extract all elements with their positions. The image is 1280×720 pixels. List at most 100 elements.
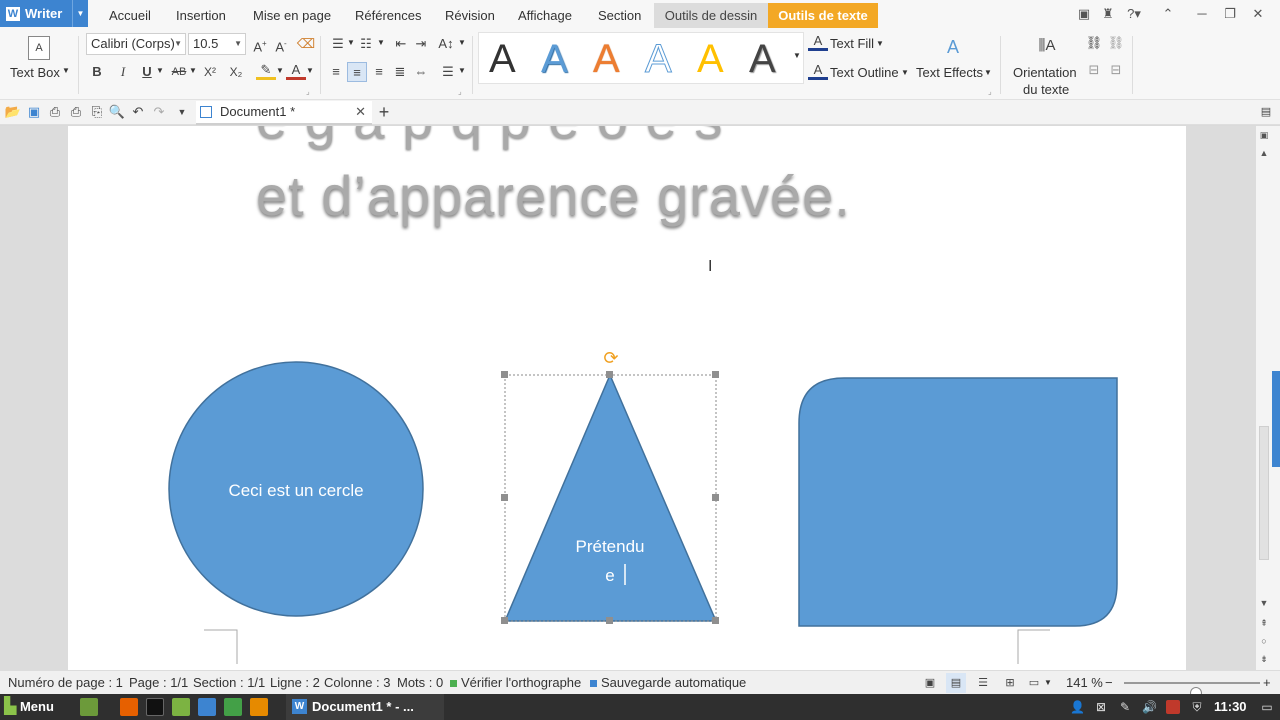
- scroll-down-icon[interactable]: ▼: [1257, 596, 1271, 610]
- chevron-down-icon[interactable]: ▼: [901, 68, 909, 77]
- volume-icon[interactable]: 🔊: [1142, 700, 1157, 714]
- web-view-icon[interactable]: ⊞: [1000, 673, 1020, 693]
- highlight-icon[interactable]: ✎: [256, 62, 276, 80]
- print-icon[interactable]: ⎙: [66, 102, 86, 122]
- font-color-icon[interactable]: A: [286, 62, 306, 80]
- user-icon[interactable]: 👤: [1070, 700, 1085, 714]
- zoom-level[interactable]: 141 %: [1066, 671, 1103, 694]
- status-page-number[interactable]: Numéro de page : 1: [8, 671, 123, 694]
- gallery-more-icon[interactable]: ▼: [793, 51, 801, 60]
- text-style-orange[interactable]: A: [593, 37, 620, 81]
- orientation-label-2[interactable]: du texte: [1023, 82, 1069, 97]
- show-windows-icon[interactable]: ▭: [1260, 700, 1274, 714]
- firefox-icon[interactable]: [120, 698, 138, 716]
- align-center-icon[interactable]: ≡: [347, 62, 367, 82]
- chevron-down-icon[interactable]: ▼: [458, 66, 466, 75]
- redo-icon[interactable]: ↷: [149, 102, 169, 122]
- font-size-select[interactable]: 10.5 ▼: [188, 33, 246, 55]
- tab-text-tools[interactable]: Outils de texte: [768, 3, 878, 28]
- chevron-down-icon[interactable]: ▼: [984, 68, 992, 77]
- dialog-launcher-icon[interactable]: ⌟: [988, 87, 992, 96]
- side-panel-toggle[interactable]: [1272, 371, 1280, 467]
- outline-view-icon[interactable]: ☰: [973, 673, 993, 693]
- textbox-prev-icon[interactable]: ⊟: [1084, 60, 1104, 80]
- justify-icon[interactable]: ≣: [390, 62, 410, 82]
- select-browse-icon[interactable]: ○: [1257, 634, 1271, 648]
- chevron-down-icon[interactable]: ▼: [377, 38, 385, 47]
- text-style-blue[interactable]: A: [541, 37, 568, 81]
- shield-icon[interactable]: ⛨: [1190, 700, 1204, 714]
- unlink-textbox-icon[interactable]: ⛓: [1106, 33, 1126, 53]
- terminal-icon[interactable]: [146, 698, 164, 716]
- zoom-slider[interactable]: [1124, 682, 1260, 699]
- files-icon[interactable]: [172, 698, 190, 716]
- menu-item-mise-en-page[interactable]: Mise en page: [253, 0, 331, 32]
- scroll-top-icon[interactable]: ▣: [1257, 128, 1271, 142]
- text-style-gold[interactable]: A: [697, 37, 724, 81]
- bullets-icon[interactable]: ☰: [328, 34, 348, 54]
- grow-font-icon[interactable]: A+: [250, 34, 270, 54]
- text-style-outline-blue[interactable]: A: [645, 37, 673, 82]
- numbering-icon[interactable]: ☷: [356, 34, 376, 54]
- tab-list-icon[interactable]: ▤: [1256, 102, 1276, 122]
- export-pdf-icon[interactable]: ⎙: [45, 102, 65, 122]
- pen-icon[interactable]: ✎: [1118, 700, 1132, 714]
- bold-button[interactable]: B: [87, 62, 107, 82]
- text-orientation-icon[interactable]: ⫼A: [1034, 36, 1060, 60]
- collapse-ribbon-icon[interactable]: ⌃: [1160, 6, 1176, 22]
- chevron-down-icon[interactable]: ▼: [306, 66, 314, 75]
- subscript-button[interactable]: X₂: [226, 62, 246, 82]
- text-direction-icon[interactable]: A↕: [436, 34, 456, 54]
- menu-item-affichage[interactable]: Affichage: [518, 0, 572, 32]
- customize-qa-icon[interactable]: ▼: [172, 102, 192, 122]
- page[interactable]: e g a p q p e o e s et d’apparence gravé…: [68, 126, 1186, 670]
- text-style-gray[interactable]: A: [749, 37, 776, 81]
- taskbar-window-document[interactable]: W Document1 * - ...: [286, 694, 444, 720]
- chevron-down-icon[interactable]: ▼: [276, 66, 284, 75]
- chevron-down-icon[interactable]: ▼: [72, 0, 88, 27]
- chevron-down-icon[interactable]: ▼: [62, 66, 70, 75]
- strikethrough-button[interactable]: AB: [168, 62, 190, 82]
- zoom-out-icon[interactable]: −: [1105, 671, 1113, 694]
- increase-indent-icon[interactable]: ⇥: [411, 34, 431, 54]
- shirt-icon[interactable]: ♜: [1100, 6, 1116, 22]
- chevron-down-icon[interactable]: ▼: [876, 39, 884, 48]
- spellcheck-toggle[interactable]: Vérifier l'orthographe: [450, 671, 581, 694]
- font-name-select[interactable]: Calibri (Corps) ▼: [86, 33, 186, 55]
- help-icon[interactable]: ?▾: [1124, 6, 1144, 22]
- scrollbar-thumb[interactable]: [1259, 426, 1269, 560]
- record-icon[interactable]: [1166, 700, 1180, 714]
- zoom-in-icon[interactable]: +: [1263, 671, 1271, 694]
- textbox-next-icon[interactable]: ⊟: [1106, 60, 1126, 80]
- distribute-icon[interactable]: ⇔: [411, 62, 431, 82]
- wps-presentation-icon[interactable]: [250, 698, 268, 716]
- rotate-handle-icon[interactable]: ⟳: [603, 348, 618, 369]
- line-spacing-icon[interactable]: ☰: [438, 62, 458, 82]
- clock[interactable]: 11:30: [1214, 694, 1247, 720]
- text-fill-button[interactable]: Text Fill: [830, 36, 874, 51]
- open-icon[interactable]: 📂: [3, 102, 23, 122]
- text-outline-icon[interactable]: A: [808, 62, 828, 80]
- start-menu-button[interactable]: ▙ Menu: [4, 694, 54, 720]
- text-fill-icon[interactable]: A: [808, 33, 828, 51]
- menu-item-accueil[interactable]: Accueil: [109, 0, 151, 32]
- chevron-down-icon[interactable]: ▼: [189, 66, 197, 75]
- show-desktop-icon[interactable]: [80, 698, 98, 716]
- clear-format-icon[interactable]: ⌫: [296, 34, 316, 54]
- chevron-down-icon[interactable]: ▼: [458, 38, 466, 47]
- tab-drawing-tools[interactable]: Outils de dessin: [654, 3, 768, 28]
- autosave-toggle[interactable]: Sauvegarde automatique: [590, 671, 746, 694]
- italic-button[interactable]: I: [113, 62, 133, 82]
- orientation-label-1[interactable]: Orientation: [1013, 65, 1077, 80]
- chevron-down-icon[interactable]: ▼: [156, 66, 164, 75]
- text-box-icon[interactable]: A: [28, 36, 50, 60]
- align-left-icon[interactable]: ≡: [326, 62, 346, 82]
- dialog-launcher-icon[interactable]: ⌟: [306, 87, 310, 96]
- page-view-icon[interactable]: ▤: [946, 673, 966, 693]
- shrink-font-icon[interactable]: A-: [271, 34, 291, 54]
- vertical-scrollbar[interactable]: ▣ ▲ ▼ ⇞ ○ ⇟: [1256, 126, 1272, 670]
- superscript-button[interactable]: X²: [200, 62, 220, 82]
- minimize-icon[interactable]: ─: [1194, 6, 1210, 22]
- previous-page-icon[interactable]: ⇞: [1257, 616, 1271, 630]
- text-box-button[interactable]: Text Box: [10, 65, 60, 80]
